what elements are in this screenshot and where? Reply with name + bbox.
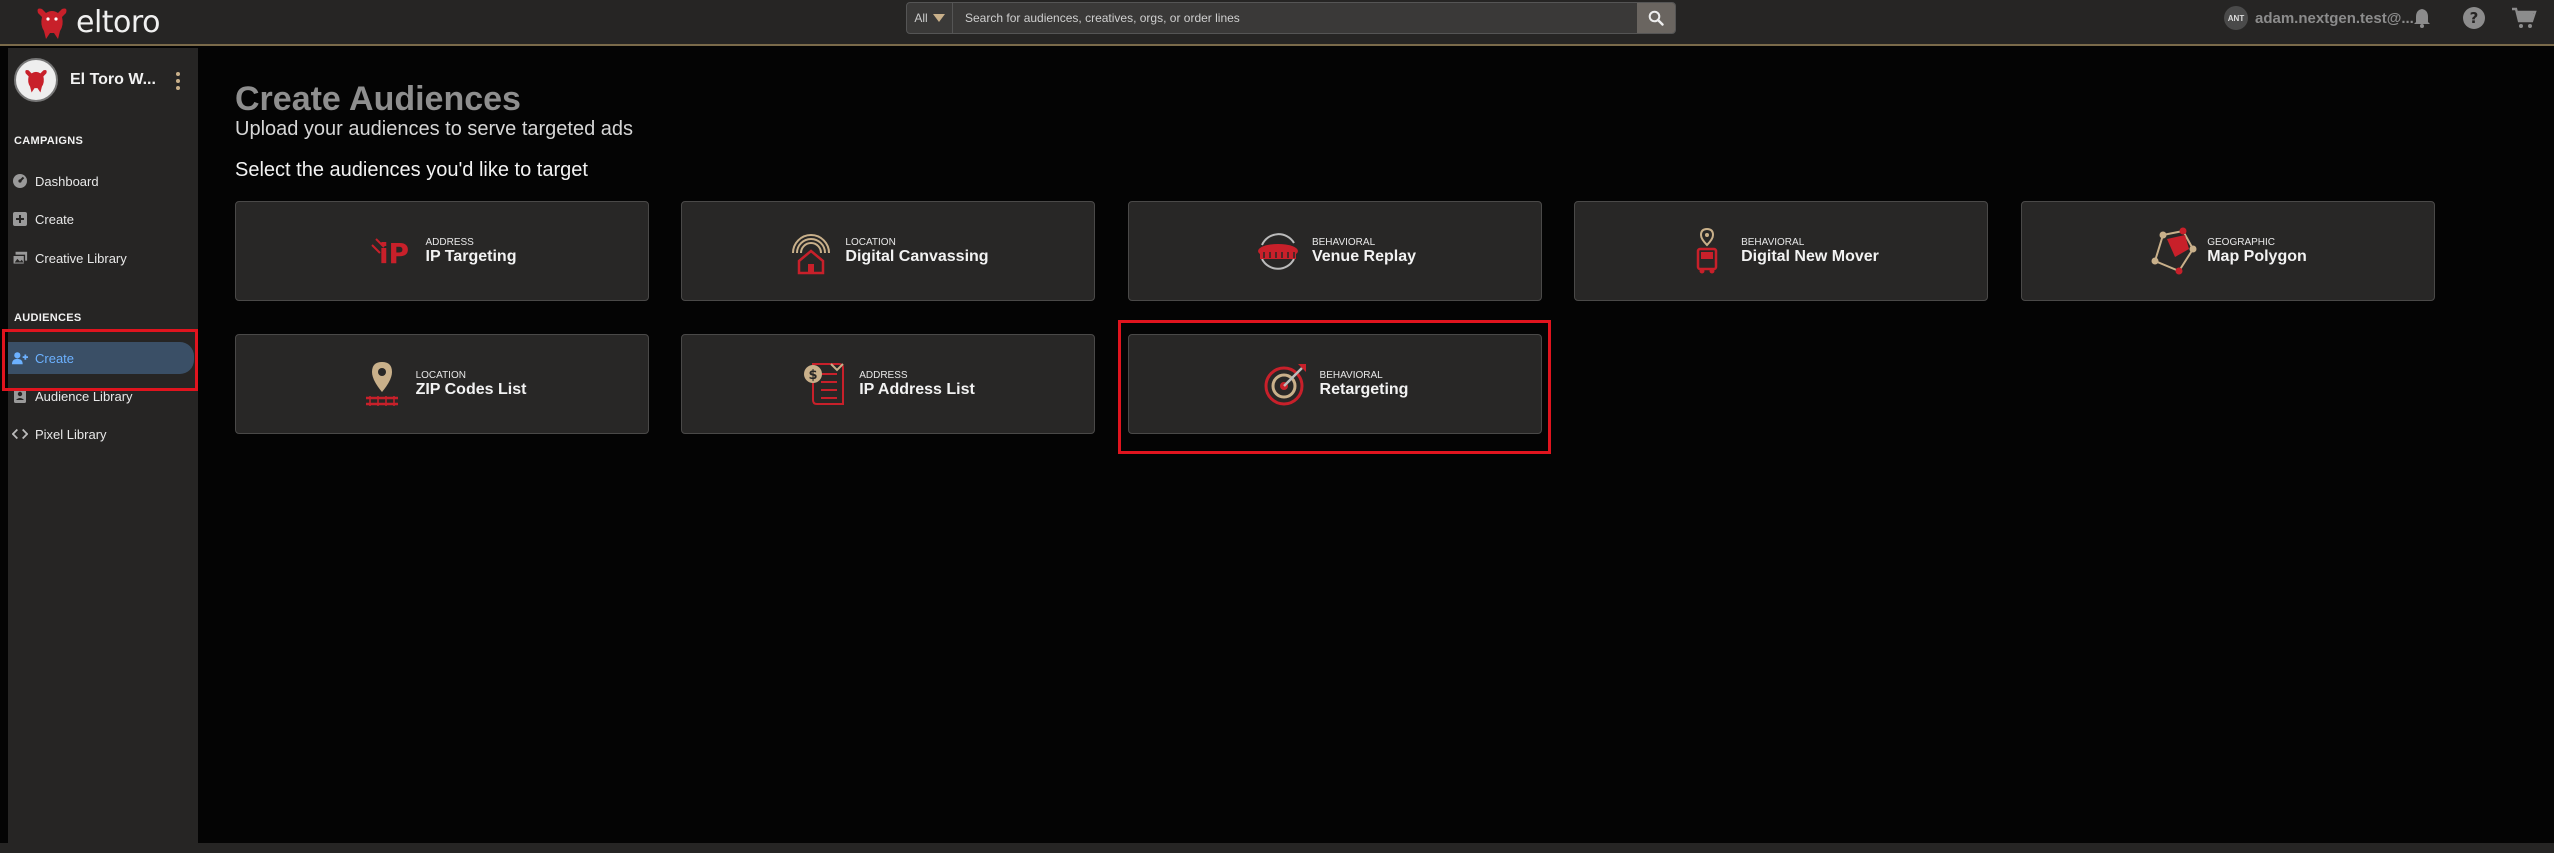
moving-truck-icon [1683,227,1731,275]
org-avatar [14,58,58,102]
dashboard-icon [12,173,28,189]
audience-card-map-polygon[interactable]: GEOGRAPHIC Map Polygon [2021,201,2435,301]
address-list-icon: $ [801,360,849,408]
audience-card-ip-targeting[interactable]: iP ADDRESS IP Targeting [235,201,649,301]
svg-text:?: ? [2470,9,2479,27]
eltoro-logo[interactable]: eltoro [32,2,160,42]
svg-text:$: $ [809,368,818,383]
card-category: ADDRESS [425,236,474,248]
venue-replay-icon [1254,227,1302,275]
card-name: IP Targeting [425,247,517,265]
help-icon: ? [2463,7,2485,29]
sidebar-item-label: Create [35,211,75,227]
sidebar-item-label: Pixel Library [35,426,107,442]
top-bar: eltoro All ANT adam.nextgen.test@... ? [0,0,2554,46]
audience-card-zip-codes-list[interactable]: LOCATION ZIP Codes List [235,334,649,434]
card-category: LOCATION [845,236,896,248]
card-name: Venue Replay [1311,247,1417,265]
annotation-highlight-box [2,329,198,391]
card-name: Map Polygon [2207,247,2307,265]
sidebar-item-dashboard[interactable]: Dashboard [8,165,198,197]
notifications-button[interactable] [2408,4,2436,32]
help-button[interactable]: ? [2460,4,2488,32]
cart-button[interactable] [2510,4,2538,32]
logo-text: eltoro [76,4,160,40]
sidebar-item-campaign-create[interactable]: Create [8,203,198,235]
user-name: adam.nextgen.test@... [2255,9,2414,27]
card-name: Digital Canvassing [845,247,989,265]
search-filter-dropdown[interactable]: All [907,3,953,33]
card-category: ADDRESS [859,369,908,381]
map-polygon-icon [2149,227,2197,275]
bell-icon [2414,9,2430,28]
bottom-strip [0,843,2554,853]
card-category: GEOGRAPHIC [2207,236,2276,248]
user-avatar: ANT [2224,6,2248,30]
card-name: IP Address List [859,380,975,398]
page-title: Create Audiences [235,80,521,118]
search-filter-label: All [914,11,928,25]
audience-card-venue-replay[interactable]: BEHAVIORAL Venue Replay [1128,201,1542,301]
page-prompt: Select the audiences you'd like to targe… [235,159,588,181]
search-input[interactable] [953,3,1637,33]
card-name: ZIP Codes List [415,380,527,398]
audiences-section-label: AUDIENCES [14,312,82,324]
global-search: All [906,2,1676,34]
house-signal-icon [787,227,835,275]
caret-down-icon [932,14,945,22]
card-category: BEHAVIORAL [1741,236,1805,248]
code-icon [12,426,28,442]
audience-card-ip-address-list[interactable]: $ ADDRESS IP Address List [681,334,1095,434]
card-category: BEHAVIORAL [1311,236,1376,248]
zip-pin-icon [358,360,406,408]
search-icon [1648,10,1664,26]
audience-card-digital-new-mover[interactable]: BEHAVIORAL Digital New Mover [1574,201,1988,301]
ip-icon: iP [368,227,416,275]
sidebar-item-label: Creative Library [35,250,127,266]
org-switcher[interactable]: El Toro W... [14,58,194,102]
svg-text:iP: iP [378,237,408,270]
sidebar-item-creative-library[interactable]: Creative Library [8,242,198,274]
cart-icon [2512,7,2537,28]
images-icon [12,250,28,266]
org-menu-kebab-icon[interactable] [176,72,180,93]
search-button[interactable] [1637,3,1675,33]
campaigns-section-label: CAMPAIGNS [14,135,84,147]
sidebar-item-label: Dashboard [35,173,99,189]
sidebar: El Toro W... CAMPAIGNS Dashboard Create … [8,48,198,853]
sidebar-item-pixel-library[interactable]: Pixel Library [8,418,198,450]
user-menu[interactable]: ANT adam.nextgen.test@... [2224,6,2414,30]
card-name: Digital New Mover [1741,247,1879,265]
page-subtitle: Upload your audiences to serve targeted … [235,118,634,140]
bull-logo-icon [25,70,47,93]
org-name: El Toro W... [70,71,156,88]
bull-logo-icon [37,8,67,39]
plus-square-icon [12,211,28,227]
annotation-highlight-box [1118,320,1551,454]
audience-card-digital-canvassing[interactable]: LOCATION Digital Canvassing [681,201,1095,301]
card-category: LOCATION [415,369,466,381]
